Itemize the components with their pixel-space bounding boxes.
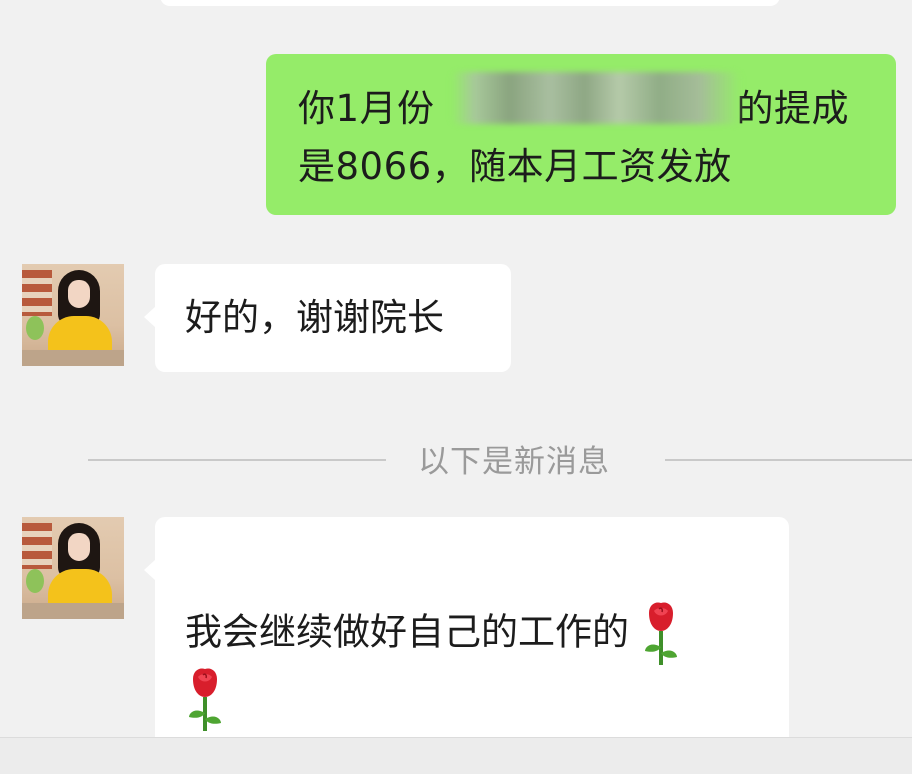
contact-avatar[interactable] <box>22 517 124 619</box>
received-message-line-1: 我会继续做好自己的工作的 <box>185 601 759 667</box>
new-messages-divider-label: 以下是新消息 <box>418 444 610 480</box>
divider-line-right <box>665 459 912 461</box>
privacy-blur-mask <box>452 72 740 124</box>
received-message-text: 好的，谢谢院长 <box>185 296 444 339</box>
contact-avatar[interactable] <box>22 264 124 366</box>
received-message-line-2 <box>185 667 759 733</box>
sent-message-text-end: 的提成 <box>736 87 850 130</box>
rose-emoji-icon <box>644 602 677 665</box>
rose-emoji-icon <box>189 668 221 731</box>
received-message-text: 我会继续做好自己的工作的 <box>185 610 629 654</box>
received-message-bubble[interactable]: 好的，谢谢院长 <box>155 264 511 372</box>
divider-line-left <box>88 459 386 461</box>
sent-message-text-start: 你1月份 <box>298 87 435 130</box>
previous-message-bubble <box>160 0 780 6</box>
received-message-bubble[interactable]: 我会继续做好自己的工作的 <box>155 517 789 757</box>
sent-message-line-2: 是8066，随本月工资发放 <box>298 145 732 188</box>
input-bar[interactable] <box>0 737 912 774</box>
